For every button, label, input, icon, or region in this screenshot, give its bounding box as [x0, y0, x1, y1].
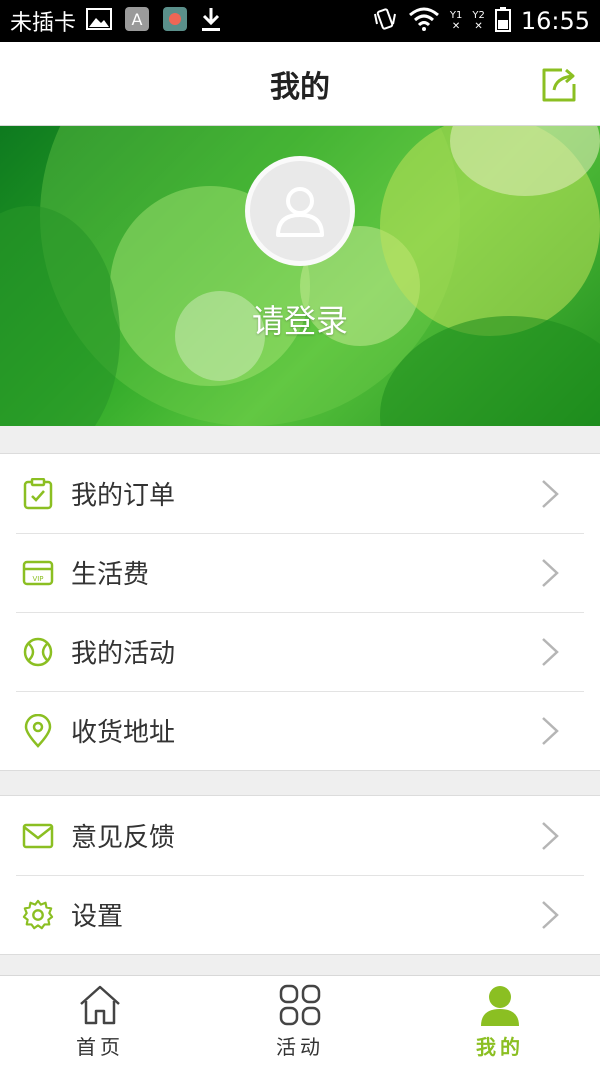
menu-group-secondary: 意见反馈 设置: [0, 795, 600, 955]
person-icon: [481, 986, 519, 1026]
menu-item-label: 意见反馈: [71, 823, 176, 853]
menu-item-shipping-address[interactable]: 收货地址: [0, 691, 600, 770]
menu-item-orders[interactable]: 我的订单: [0, 454, 600, 533]
menu-item-label: 我的订单: [71, 481, 176, 511]
tab-home[interactable]: 首页: [0, 976, 200, 1067]
menu-item-settings[interactable]: 设置: [0, 875, 600, 954]
vibrate-icon: [372, 6, 398, 36]
chevron-right-icon: [542, 559, 559, 587]
notification-icons: A: [86, 6, 222, 36]
svg-text:VIP: VIP: [32, 575, 43, 583]
carrier-label: 未插卡: [10, 11, 77, 36]
chevron-right-icon: [542, 717, 559, 745]
order-clipboard-icon: [22, 477, 54, 510]
menu-item-my-activities[interactable]: 我的活动: [0, 612, 600, 691]
page-title: 我的: [270, 69, 330, 105]
edit-button[interactable]: [540, 66, 578, 104]
sim1-signal-icon: Y1 ✕: [449, 10, 463, 32]
sim1-label: Y1: [449, 10, 463, 21]
sim2-label: Y2: [472, 10, 485, 21]
battery-icon: [494, 6, 511, 36]
home-icon: [80, 985, 120, 1025]
keyboard-notification-icon: A: [124, 6, 150, 36]
svg-text:A: A: [132, 10, 143, 29]
menu-item-label: 收货地址: [71, 718, 176, 748]
login-prompt[interactable]: 请登录: [0, 296, 600, 342]
app-notification-icon: [162, 6, 188, 36]
chevron-right-icon: [542, 901, 559, 929]
wifi-icon: [408, 7, 440, 35]
profile-banner: 请登录: [0, 126, 600, 426]
menu-item-label: 设置: [71, 902, 124, 932]
edit-share-icon: [542, 68, 576, 102]
user-placeholder-icon: [276, 187, 324, 237]
vip-card-icon: VIP: [22, 557, 54, 589]
tab-label: 我的: [476, 1035, 524, 1059]
menu-item-feedback[interactable]: 意见反馈: [0, 796, 600, 875]
menu-group-main: 我的订单 VIP 生活费 我的活动 收货地址: [0, 453, 600, 771]
tab-label: 活动: [276, 1035, 324, 1059]
avatar[interactable]: [245, 156, 355, 266]
tab-activities[interactable]: 活动: [200, 976, 400, 1067]
gear-icon: [22, 899, 54, 931]
chevron-right-icon: [542, 638, 559, 666]
chevron-right-icon: [542, 822, 559, 850]
tab-label: 首页: [76, 1035, 124, 1059]
grid-icon: [279, 984, 321, 1026]
bottom-nav: 首页 活动 我的: [0, 975, 600, 1067]
title-bar: 我的: [0, 42, 600, 126]
location-pin-icon: [22, 713, 54, 748]
status-bar: 未插卡 A Y1 ✕ Y2 ✕ 16:55: [0, 0, 600, 42]
menu-item-label: 我的活动: [71, 639, 176, 669]
tab-mine[interactable]: 我的: [400, 976, 600, 1067]
image-notification-icon: [86, 8, 113, 34]
menu-item-living-expenses[interactable]: VIP 生活费: [0, 533, 600, 612]
menu-item-label: 生活费: [71, 560, 150, 590]
clock: 16:55: [520, 7, 590, 35]
download-icon: [200, 6, 222, 36]
status-right: Y1 ✕ Y2 ✕ 16:55: [372, 6, 590, 36]
sim2-signal-icon: Y2 ✕: [472, 10, 485, 32]
ball-icon: [22, 636, 54, 668]
mail-icon: [22, 820, 54, 852]
chevron-right-icon: [542, 480, 559, 508]
